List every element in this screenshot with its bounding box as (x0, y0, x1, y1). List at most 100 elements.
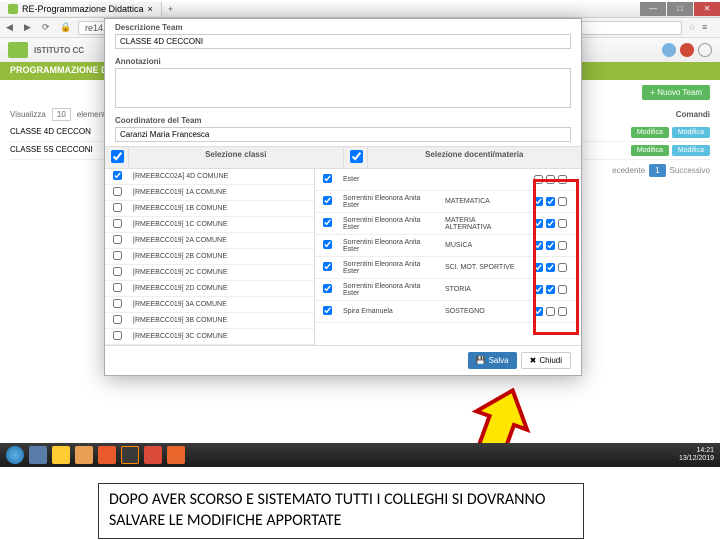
class-row: [RMEEBCC02A] 4D COMUNE (105, 169, 314, 185)
prev-page[interactable]: ecedente (612, 166, 645, 175)
back-icon[interactable]: ◀ (6, 22, 18, 34)
class-checkbox[interactable] (105, 265, 129, 280)
save-icon: 💾 (476, 356, 486, 365)
teacher-row: Sorrentini Eleonora Anita EsterMATERIA A… (315, 213, 581, 235)
teacher-name: Sorrentini Eleonora Anita Ester (339, 237, 441, 255)
flag-checkboxes[interactable] (519, 195, 581, 208)
clock[interactable]: 14:21 13/12/2019 (679, 447, 714, 462)
taskbar-icon[interactable] (75, 446, 93, 464)
tab-title: RE-Programmazione Didattica (22, 4, 144, 14)
check-all-teachers[interactable] (344, 147, 368, 168)
window-minimize-button[interactable]: — (640, 2, 666, 16)
class-row: [RMEEBCC019] 3C COMUNE (105, 329, 314, 345)
per-page-select[interactable]: 10 (52, 108, 71, 121)
class-row: [RMEEBCC019] 2D COMUNE (105, 281, 314, 297)
flag-checkboxes[interactable] (519, 173, 581, 186)
modify-button[interactable]: Modifica (672, 127, 710, 138)
flag-checkboxes[interactable] (519, 305, 581, 318)
team-modal: Descrizione Team Annotazioni Coordinator… (104, 18, 582, 376)
taskbar-icon[interactable] (144, 446, 162, 464)
teacher-checkbox[interactable] (315, 304, 339, 319)
coordinator-label: Coordinatore del Team (115, 116, 571, 125)
tab-close-icon[interactable]: × (148, 4, 153, 14)
class-checkbox[interactable] (105, 329, 129, 344)
page-number[interactable]: 1 (649, 164, 665, 177)
save-button[interactable]: 💾Salva (468, 352, 517, 369)
class-row: [RMEEBCC019] 2A COMUNE (105, 233, 314, 249)
teacher-name: Sorrentini Eleonora Anita Ester (339, 193, 441, 211)
forward-icon[interactable]: ▶ (24, 22, 36, 34)
annotations-label: Annotazioni (115, 57, 571, 66)
teacher-checkbox[interactable] (315, 238, 339, 253)
teachers-header: Selezione docenti/materia (368, 147, 582, 168)
teacher-name: Sorrentini Eleonora Anita Ester (339, 281, 441, 299)
class-row: [RMEEBCC019] 3A COMUNE (105, 297, 314, 313)
new-team-button[interactable]: + Nuovo Team (642, 85, 710, 100)
class-checkbox[interactable] (105, 233, 129, 248)
taskbar: 14:21 13/12/2019 (0, 443, 720, 467)
taskbar-icon[interactable] (29, 446, 47, 464)
taskbar-icon[interactable] (98, 446, 116, 464)
class-checkbox[interactable] (105, 201, 129, 216)
teachers-list: EsterSorrentini Eleonora Anita EsterMATE… (315, 169, 581, 345)
start-button[interactable] (6, 446, 24, 464)
close-button[interactable]: ✖Chiudi (521, 352, 571, 369)
class-checkbox[interactable] (105, 281, 129, 296)
check-all-classes[interactable] (105, 147, 129, 168)
window-close-button[interactable]: ✕ (694, 2, 720, 16)
header-icon-2[interactable] (680, 43, 694, 57)
subject: SOSTEGNO (441, 306, 519, 317)
teacher-checkbox[interactable] (315, 172, 339, 187)
class-code: [RMEEBCC019] 2D COMUNE (129, 283, 314, 294)
class-code: [RMEEBCC02A] 4D COMUNE (129, 171, 314, 182)
class-checkbox[interactable] (105, 217, 129, 232)
taskbar-icon[interactable] (121, 446, 139, 464)
visualizza-label: Visualizza (10, 110, 46, 119)
elementi-label: elementi (77, 110, 107, 119)
flag-checkboxes[interactable] (519, 239, 581, 252)
modify-button[interactable]: Modifica (672, 145, 710, 156)
reload-icon[interactable]: ⟳ (42, 22, 54, 34)
classes-header: Selezione classi (129, 147, 344, 168)
lock-icon: 🔒 (60, 22, 72, 34)
class-checkbox[interactable] (105, 169, 129, 184)
new-tab-button[interactable]: + (162, 4, 179, 14)
teacher-checkbox[interactable] (315, 194, 339, 209)
class-checkbox[interactable] (105, 297, 129, 312)
class-code: [RMEEBCC019] 2A COMUNE (129, 235, 314, 246)
menu-icon[interactable]: ≡ (702, 22, 714, 34)
teacher-checkbox[interactable] (315, 260, 339, 275)
next-page[interactable]: Successivo (670, 166, 710, 175)
flag-checkboxes[interactable] (519, 283, 581, 296)
desc-input[interactable] (115, 34, 571, 49)
coordinator-select[interactable] (115, 127, 571, 142)
class-code: [RMEEBCC019] 2C COMUNE (129, 267, 314, 278)
class-checkbox[interactable] (105, 313, 129, 328)
subject: MUSICA (441, 240, 519, 251)
annotations-textarea[interactable] (115, 68, 571, 108)
close-icon: ✖ (530, 356, 537, 365)
subject: SCI. MOT. SPORTIVE (441, 262, 519, 273)
flag-checkboxes[interactable] (519, 261, 581, 274)
taskbar-icon[interactable] (167, 446, 185, 464)
flag-checkboxes[interactable] (519, 217, 581, 230)
header-icon-3[interactable] (698, 43, 712, 57)
bookmark-icon[interactable]: ☆ (688, 22, 696, 33)
header-icon-1[interactable] (662, 43, 676, 57)
teacher-checkbox[interactable] (315, 216, 339, 231)
class-row: [RMEEBCC019] 1B COMUNE (105, 201, 314, 217)
modify-button[interactable]: Modifica (631, 145, 669, 156)
modal-table-header: Selezione classi Selezione docenti/mater… (105, 146, 581, 169)
institute-name: ISTITUTO CC (34, 46, 84, 55)
class-checkbox[interactable] (105, 249, 129, 264)
class-code: [RMEEBCC019] 3A COMUNE (129, 299, 314, 310)
teacher-row: Sorrentini Eleonora Anita EsterMUSICA (315, 235, 581, 257)
teacher-checkbox[interactable] (315, 282, 339, 297)
window-maximize-button[interactable]: □ (667, 2, 693, 16)
taskbar-icon[interactable] (52, 446, 70, 464)
logo (8, 42, 28, 58)
browser-titlebar: RE-Programmazione Didattica × + — □ ✕ (0, 0, 720, 18)
modify-button[interactable]: Modifica (631, 127, 669, 138)
browser-tab[interactable]: RE-Programmazione Didattica × (0, 2, 162, 16)
class-checkbox[interactable] (105, 185, 129, 200)
